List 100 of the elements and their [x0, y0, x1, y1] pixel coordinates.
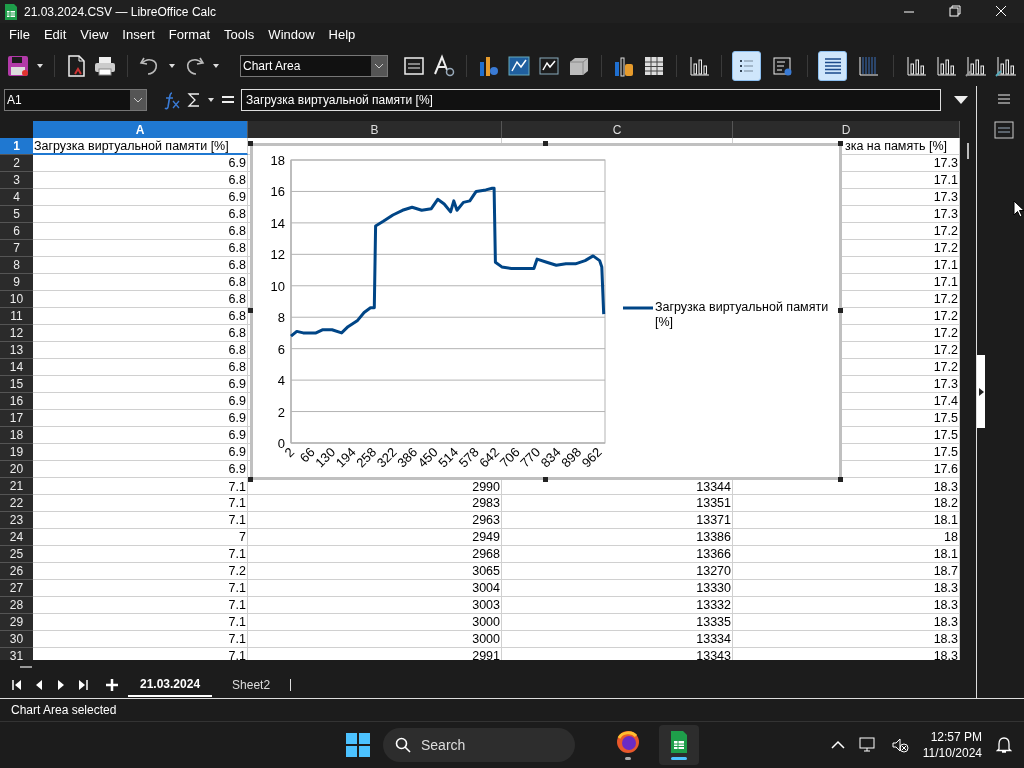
dropdown-icon[interactable]	[207, 96, 215, 104]
sheet-tab[interactable]: 21.03.2024	[128, 673, 213, 697]
selection-handle[interactable]	[543, 141, 548, 146]
table-cell: 6.9	[227, 377, 247, 391]
pdf-export-icon[interactable]	[65, 54, 87, 78]
name-box[interactable]: A1	[4, 89, 147, 111]
row-header[interactable]: 6	[0, 223, 33, 240]
row-header[interactable]: 5	[0, 206, 33, 223]
x-axis-icon[interactable]	[904, 54, 928, 78]
row-header[interactable]: 11	[0, 308, 33, 325]
row-header[interactable]: 16	[0, 393, 33, 410]
row-header[interactable]: 10	[0, 291, 33, 308]
selection-handle[interactable]	[838, 477, 843, 482]
dropdown-icon[interactable]	[211, 62, 220, 70]
row-header[interactable]: 15	[0, 376, 33, 393]
properties-icon[interactable]	[994, 121, 1014, 139]
row-header[interactable]: 2	[0, 155, 33, 172]
menu-item[interactable]: Help	[321, 23, 363, 46]
last-sheet-icon[interactable]	[76, 678, 90, 692]
save-icon[interactable]	[6, 54, 30, 78]
selection-handle[interactable]	[838, 308, 843, 313]
clock-date[interactable]: 11/10/2024	[922, 745, 982, 761]
horizontal-grid-toggle[interactable]	[817, 51, 848, 81]
row-header[interactable]: 7	[0, 240, 33, 257]
chart-area[interactable]: 0 2 4 6 8 10 12 14 16 18 2 66 130 194 258 322 386 450 514 578 642 706 770 834 898 962 Загрузка виртуальной памяти [%]	[250, 143, 842, 480]
column-header[interactable]: C	[502, 121, 733, 138]
menu-item[interactable]: Format	[161, 23, 217, 46]
print-icon[interactable]	[93, 54, 117, 78]
table-cell: 17.2	[932, 224, 959, 238]
dropdown-icon[interactable]	[167, 62, 176, 70]
row-header[interactable]: 25	[0, 546, 33, 563]
row-header[interactable]: 19	[0, 444, 33, 461]
search-field[interactable]: Search	[383, 728, 575, 762]
y-axis-icon[interactable]	[934, 54, 958, 78]
menu-item[interactable]: Tools	[217, 23, 262, 46]
format-selection-icon[interactable]	[401, 54, 426, 78]
add-sheet-icon[interactable]	[104, 677, 120, 693]
row-header[interactable]: 20	[0, 461, 33, 478]
row-header[interactable]: 22	[0, 495, 33, 512]
row-header[interactable]: 1	[0, 138, 33, 155]
row-header[interactable]: 26	[0, 563, 33, 580]
row-header[interactable]: 14	[0, 359, 33, 376]
row-header[interactable]: 4	[0, 189, 33, 206]
row-header[interactable]: 17	[0, 410, 33, 427]
row-header[interactable]: 28	[0, 597, 33, 614]
clock-time[interactable]: 12:57 PM	[930, 729, 982, 745]
chart-wall-icon[interactable]	[536, 54, 561, 78]
sum-icon[interactable]	[187, 91, 201, 109]
row-header[interactable]: 13	[0, 342, 33, 359]
selection-handle[interactable]	[248, 141, 253, 146]
first-sheet-icon[interactable]	[10, 678, 24, 692]
row-header[interactable]: 23	[0, 512, 33, 529]
x-axis-format-icon[interactable]	[964, 54, 988, 78]
scrollbar-thumb[interactable]	[967, 143, 969, 159]
calc-taskbar-button[interactable]	[659, 725, 699, 765]
font-format-icon[interactable]	[431, 54, 456, 78]
y-axis-format-icon[interactable]	[994, 54, 1018, 78]
y-tick-label: 0	[277, 436, 285, 451]
formula-input[interactable]: Загрузка виртуальной памяти [%]	[241, 89, 941, 111]
row-header[interactable]: 24	[0, 529, 33, 546]
row-header[interactable]: 8	[0, 257, 33, 274]
dropdown-icon[interactable]	[36, 62, 44, 70]
expand-icon[interactable]	[953, 95, 969, 105]
row-header[interactable]: 18	[0, 427, 33, 444]
menu-item[interactable]: View	[73, 23, 116, 46]
column-header[interactable]: B	[248, 121, 502, 138]
row-header[interactable]: 31	[0, 648, 33, 660]
menu-item[interactable]: File	[2, 23, 37, 46]
selection-handle[interactable]	[248, 477, 253, 482]
row-header[interactable]: 9	[0, 274, 33, 291]
sidebar-handle[interactable]	[977, 355, 985, 428]
menu-item[interactable]: Window	[261, 23, 322, 46]
chevron-up-icon[interactable]	[830, 740, 845, 750]
table-cell: 7	[238, 530, 247, 544]
selection-handle[interactable]	[543, 477, 548, 482]
start-icon[interactable]	[345, 732, 371, 758]
row-header[interactable]: 3	[0, 172, 33, 189]
row-header[interactable]: 27	[0, 580, 33, 597]
selection-handle[interactable]	[838, 141, 843, 146]
notification-icon[interactable]	[996, 736, 1012, 754]
y-tick-label: 14	[270, 215, 285, 231]
dropdown-icon[interactable]	[370, 56, 387, 76]
speaker-muted-icon[interactable]	[890, 736, 909, 754]
function-wizard-icon[interactable]	[163, 90, 181, 110]
row-header[interactable]: 30	[0, 631, 33, 648]
sheet-tab[interactable]: Sheet2	[220, 673, 283, 697]
legend-toggle[interactable]	[731, 51, 762, 81]
menu-icon[interactable]	[997, 93, 1011, 105]
chart-element-dropdown[interactable]: Chart Area	[239, 55, 388, 77]
menu-item[interactable]: Insert	[115, 23, 162, 46]
row-header[interactable]: 29	[0, 614, 33, 631]
menu-item[interactable]: Edit	[36, 23, 74, 46]
network-icon[interactable]	[858, 736, 877, 754]
column-header[interactable]: A	[33, 121, 248, 138]
row-header[interactable]: 12	[0, 325, 33, 342]
column-header[interactable]: D	[733, 121, 960, 138]
chart-area-icon[interactable]	[506, 54, 531, 78]
scrollbar-thumb[interactable]	[20, 666, 32, 668]
row-header[interactable]: 21	[0, 478, 33, 495]
selection-handle[interactable]	[248, 308, 253, 313]
